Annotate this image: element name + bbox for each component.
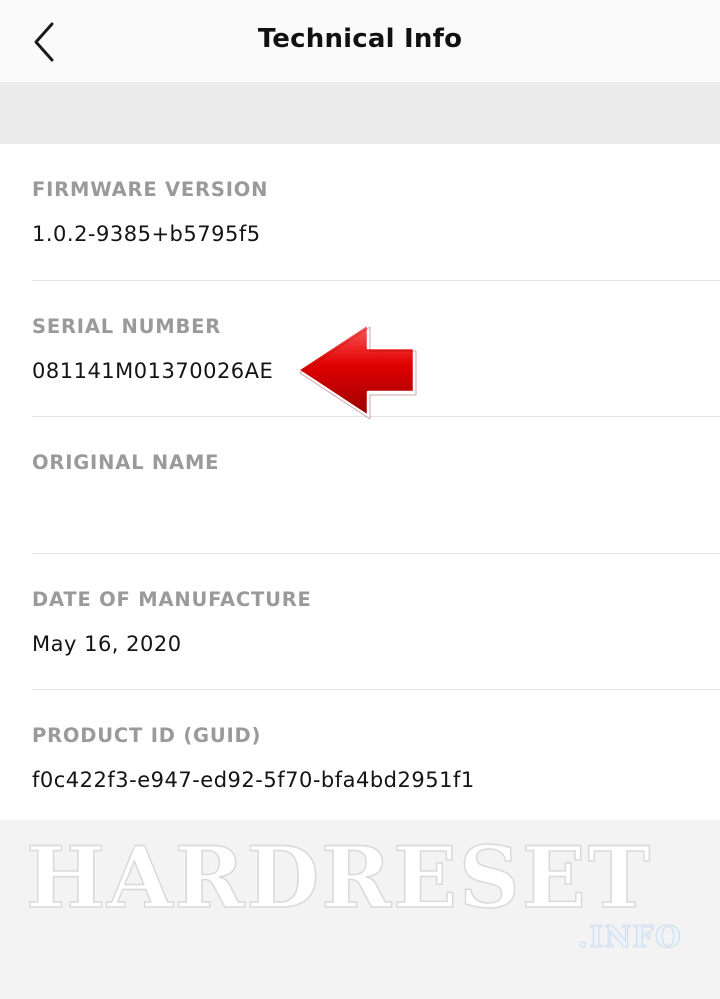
serial-number-label: SERIAL NUMBER — [32, 314, 222, 338]
firmware-version-row: FIRMWARE VERSION 1.0.2-9385+b5795f5 — [32, 144, 720, 281]
watermark-logo-sub: .INFO — [577, 920, 682, 956]
original-name-label: ORIGINAL NAME — [32, 451, 220, 474]
date-of-manufacture-row: DATE OF MANUFACTURE May 16, 2020 — [32, 554, 720, 690]
product-id-value: f0c422f3-e947-ed92-5f70-bfa4bd2951f1 — [32, 768, 475, 792]
product-id-row: PRODUCT ID (GUID) f0c422f3-e947-ed92-5f7… — [32, 690, 720, 826]
navigation-bar: Technical Info — [0, 0, 720, 82]
firmware-version-value: 1.0.2-9385+b5795f5 — [32, 222, 261, 246]
watermark-logo: HARDRESET — [25, 827, 653, 928]
original-name-row: ORIGINAL NAME — [32, 417, 720, 554]
product-id-label: PRODUCT ID (GUID) — [32, 724, 262, 747]
technical-info-list: FIRMWARE VERSION 1.0.2-9385+b5795f5 SERI… — [0, 144, 720, 826]
page-title: Technical Info — [257, 24, 463, 54]
date-of-manufacture-label: DATE OF MANUFACTURE — [32, 587, 312, 611]
firmware-version-label: FIRMWARE VERSION — [32, 178, 269, 201]
watermark-area: HARDRESET .INFO — [0, 820, 720, 999]
serial-number-value: 081141M01370026AE — [32, 358, 274, 383]
red-arrow-left-icon — [296, 322, 417, 420]
date-of-manufacture-value: May 16, 2020 — [32, 631, 182, 656]
section-spacer — [0, 82, 720, 144]
